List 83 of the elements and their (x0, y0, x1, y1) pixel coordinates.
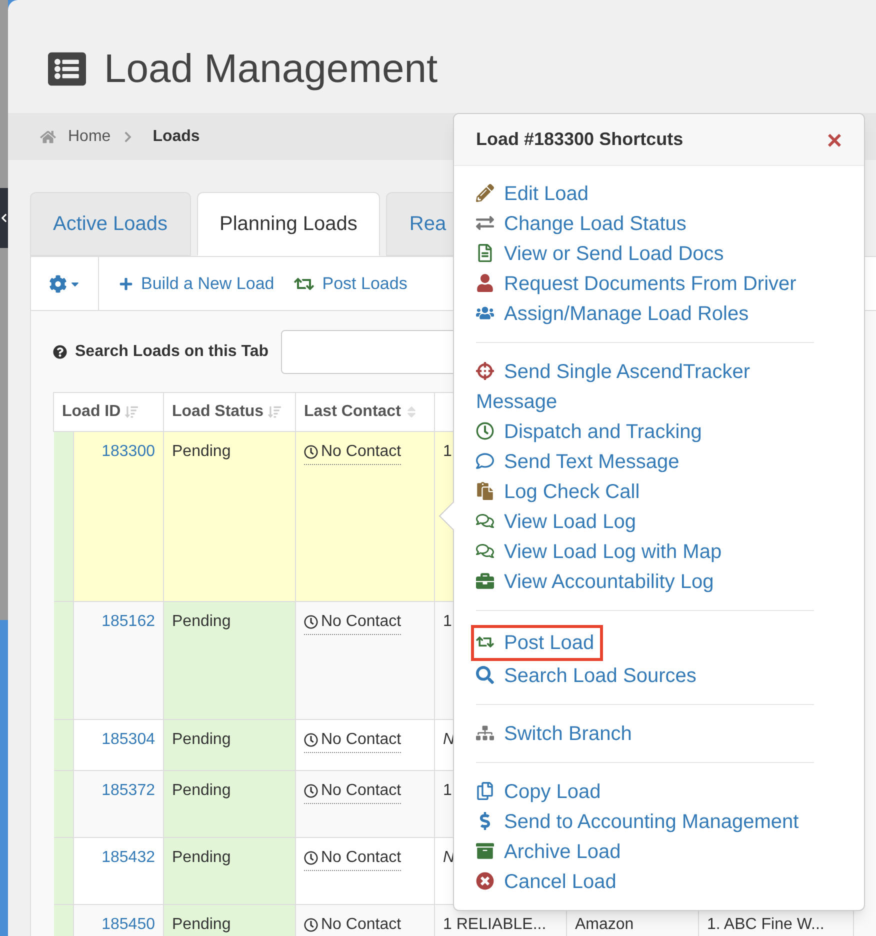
status-cell: Pending (164, 602, 296, 720)
table-cell: 1. ABC Fine W... (707, 916, 824, 933)
chat-bubbles-icon (476, 542, 494, 560)
last-contact-cell: No Contact (304, 728, 402, 753)
home-icon (40, 130, 56, 144)
clock-icon (304, 445, 318, 459)
clock-icon (476, 422, 494, 440)
shortcut-link[interactable]: Change Load Status (476, 209, 814, 239)
repost-icon (294, 276, 314, 292)
shortcut-link[interactable]: Send Text Message (476, 447, 814, 477)
last-contact-cell: No Contact (304, 846, 402, 871)
close-button[interactable]: × (826, 126, 842, 152)
last-contact-cell: No Contact (304, 440, 402, 465)
table-cell: 1 RELIABLE... (443, 916, 546, 933)
shortcut-link[interactable]: Log Check Call (476, 477, 814, 507)
last-contact-cell: No Contact (304, 610, 402, 635)
table-cell: 1 (443, 443, 452, 460)
shortcut-link[interactable]: View Load Log with Map (476, 537, 814, 567)
archive-icon (476, 842, 494, 860)
sort-icon (268, 405, 281, 419)
copy-icon (476, 782, 494, 800)
shortcut-link[interactable]: Dispatch and Tracking (476, 417, 814, 447)
shortcut-link[interactable]: View Accountability Log (476, 567, 814, 597)
search-label: Search Loads on this Tab (75, 342, 269, 362)
clock-icon (304, 615, 318, 629)
shortcut-link[interactable]: View Load Log (476, 507, 814, 537)
clock-icon (304, 784, 318, 798)
last-contact-cell: No Contact (304, 913, 402, 936)
shortcut-link[interactable]: Cancel Load (476, 867, 814, 897)
sitemap-icon (476, 724, 494, 742)
chat-bubbles-icon (476, 512, 494, 530)
shortcut-link[interactable]: Post Load (471, 625, 604, 661)
shortcut-link[interactable]: Archive Load (476, 837, 814, 867)
table-cell: 1 (443, 782, 452, 799)
document-icon (476, 244, 494, 262)
breadcrumb-link[interactable]: Home (68, 124, 111, 148)
plus-icon (119, 276, 133, 290)
tab[interactable]: Active Loads (30, 192, 191, 256)
briefcase-icon (476, 572, 494, 590)
shortcut-link[interactable]: Switch Branch (476, 719, 814, 749)
people-icon (476, 304, 494, 322)
chevron-left-icon (1, 212, 7, 224)
tab[interactable]: Planning Loads (196, 192, 380, 256)
crosshair-icon (476, 362, 494, 380)
cancel-icon (476, 872, 494, 890)
clock-icon (304, 851, 318, 865)
table-cell: 1 (443, 613, 452, 630)
load-id-link[interactable]: 183300 (74, 432, 164, 602)
help-icon (53, 344, 67, 358)
column-header[interactable]: Last Contact (296, 392, 434, 432)
shortcut-link[interactable]: Search Load Sources (476, 661, 814, 691)
pencil-icon (476, 184, 494, 202)
speech-bubble-icon (476, 452, 494, 470)
clipboard-icon (476, 482, 494, 500)
search-icon (476, 666, 494, 684)
last-contact-cell: No Contact (304, 779, 402, 804)
status-cell: Pending (164, 720, 296, 770)
breadcrumb-current: Loads (152, 126, 200, 146)
sort-icon (404, 405, 418, 419)
shortcut-link[interactable]: Copy Load (476, 777, 814, 807)
popover-title: Load #183300 Shortcuts (476, 128, 684, 151)
column-header[interactable]: Load ID (54, 392, 164, 432)
status-cell: Pending (164, 838, 296, 904)
toolbar-button[interactable]: Build a New Load (119, 270, 274, 296)
collapse-tab[interactable] (0, 188, 8, 248)
column-header[interactable]: Load Status (164, 392, 296, 432)
shortcut-link[interactable]: Edit Load (476, 179, 814, 209)
chevron-right-icon (122, 130, 133, 142)
clock-icon (304, 918, 318, 932)
person-icon (476, 274, 494, 292)
shortcut-link[interactable]: Assign/Manage Load Roles (476, 299, 814, 329)
table-cell: Amazon (575, 916, 634, 933)
sort-icon (124, 405, 138, 419)
status-cell: Pending (164, 770, 296, 838)
swap-arrows-icon (476, 214, 494, 232)
toolbar-button[interactable]: Post Loads (294, 270, 408, 296)
status-cell: Pending (164, 904, 296, 936)
settings-icon (48, 274, 66, 292)
shortcut-link[interactable]: Send to Accounting Management (476, 807, 814, 837)
clock-icon (304, 733, 318, 747)
shortcut-link[interactable]: View or Send Load Docs (476, 239, 814, 269)
shortcut-link[interactable]: Request Documents From Driver (476, 269, 814, 299)
page-title: Load Management (104, 46, 438, 92)
